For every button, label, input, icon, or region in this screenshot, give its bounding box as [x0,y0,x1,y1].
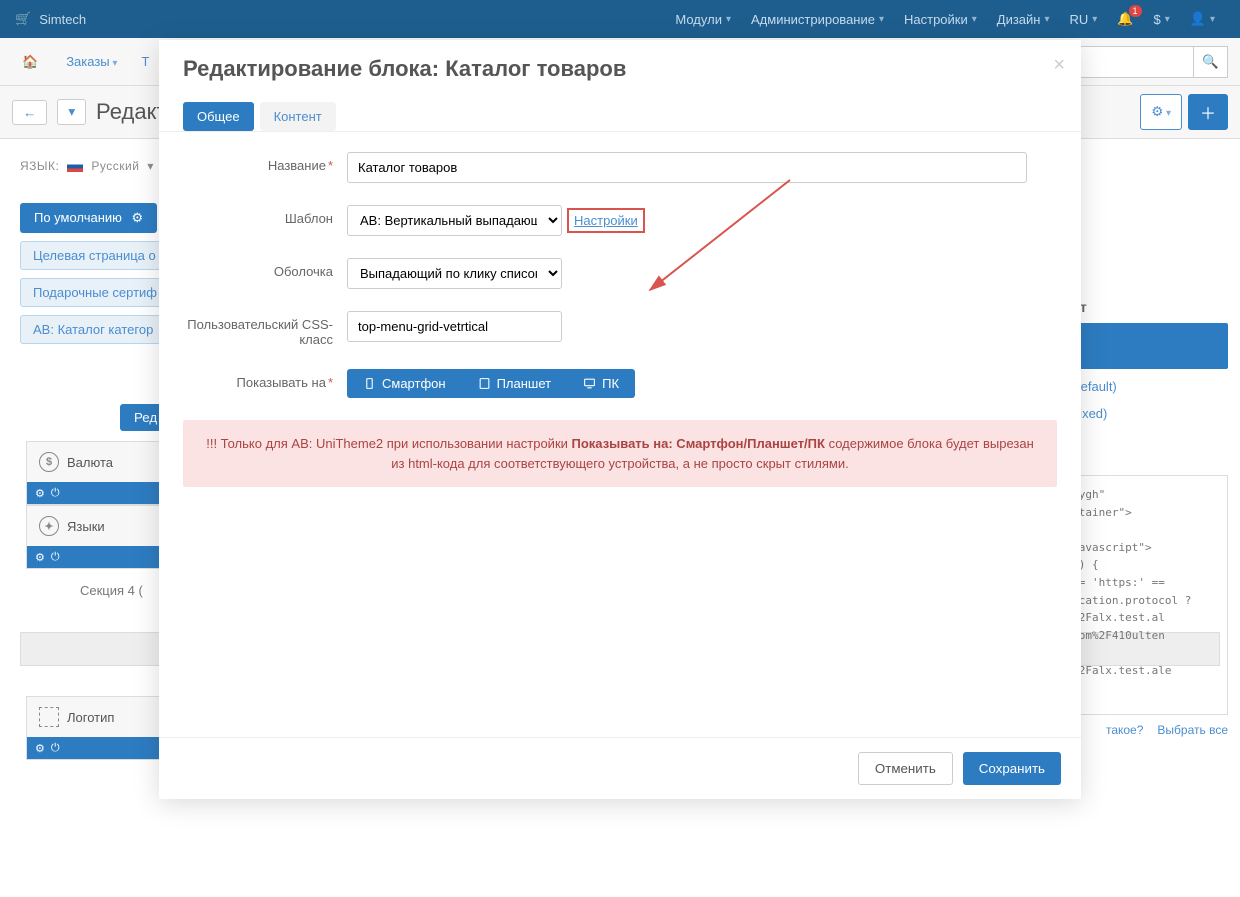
ru-flag-icon [67,161,83,172]
modal: Редактирование блока: Каталог товаров × … [159,40,1081,799]
tabs: Общее Контент [159,92,1081,132]
menu-settings[interactable]: Настройки [894,12,987,27]
plus-icon: ＋ [1200,106,1216,123]
gear-icon[interactable]: ⚙ [35,551,45,564]
chip-gift[interactable]: Подарочные сертиф [20,278,170,307]
cart-icon: 🛒 [15,11,31,27]
gear-icon[interactable]: ⚙ [35,487,45,500]
chip-default[interactable]: По умолчанию ⚙ [20,203,157,233]
chip-landing[interactable]: Целевая страница о [20,241,169,270]
menu-design[interactable]: Дизайн [987,12,1060,27]
menu-t[interactable]: Т [135,48,155,75]
back-dropdown[interactable]: ▾ [57,99,86,125]
page-title: Редакт [96,99,166,125]
device-tablet[interactable]: Планшет [462,369,568,398]
lang-label: ЯЗЫК: [20,159,59,173]
device-buttons: Смартфон Планшет ПК [347,369,635,398]
modal-body: Название* Шаблон АВ: Вертикальный выпада… [159,132,1081,737]
link-selectall[interactable]: Выбрать все [1157,723,1228,737]
chip-catalog[interactable]: АВ: Каталог категор [20,315,166,344]
template-select[interactable]: АВ: Вертикальный выпадающий [347,205,562,236]
link-whatis[interactable]: такое? [1106,723,1143,737]
device-pc[interactable]: ПК [567,369,635,398]
warning-alert: !!! Только для АВ: UniTheme2 при использ… [183,420,1057,487]
notifications[interactable]: 🔔 1 [1107,11,1143,27]
name-input[interactable] [347,152,1027,183]
block-label: Валюта [67,455,113,470]
gear-button[interactable]: ⚙ [1140,94,1182,130]
tablet-icon [478,377,491,390]
back-button[interactable]: ← [12,100,47,125]
save-button[interactable]: Сохранить [963,752,1061,785]
home-icon[interactable]: 🏠 [12,48,48,76]
menu-user[interactable]: 👤 [1180,11,1225,27]
search-icon: 🔍 [1202,54,1219,69]
wrapper-select[interactable]: Выпадающий по клику список [347,258,562,289]
modal-footer: Отменить Сохранить [159,737,1081,799]
modal-header: Редактирование блока: Каталог товаров × [159,40,1081,92]
settings-link-highlight: Настройки [567,208,645,233]
brand-label: Simtech [39,12,86,27]
gear-icon[interactable]: ⚙ [35,742,45,755]
menu-lang[interactable]: RU [1060,12,1108,27]
block-label: Логотип [67,710,114,725]
menu-orders[interactable]: Заказы [60,48,123,75]
add-button[interactable]: ＋ [1188,94,1228,130]
top-menu: 🛒 Simtech Модули Администрирование Настр… [0,0,1240,38]
tab-general[interactable]: Общее [183,102,254,131]
css-class-input[interactable] [347,311,562,342]
tab-content[interactable]: Контент [260,102,336,131]
close-icon[interactable]: × [1053,54,1065,77]
logo-icon [39,707,59,727]
dollar-icon: $ [39,452,59,472]
cancel-button[interactable]: Отменить [858,752,953,785]
smartphone-icon [363,377,376,390]
menu-modules[interactable]: Модули [665,12,741,27]
modal-overlay: Редактирование блока: Каталог товаров × … [0,40,1240,897]
globe-icon: ✦ [39,516,59,536]
chevron-down-icon: ▾ [147,159,154,173]
user-icon: 👤 [1190,11,1206,27]
menu-admin[interactable]: Администрирование [741,12,894,27]
device-smartphone[interactable]: Смартфон [347,369,462,398]
power-icon[interactable]: ⏻ [51,742,60,755]
menu-currency[interactable]: $ [1144,12,1180,27]
block-label: Языки [67,519,105,534]
power-icon[interactable]: ⏻ [51,551,60,564]
lang-value: Русский [91,159,139,173]
gear-icon: ⚙ [1151,104,1163,119]
modal-title: Редактирование блока: Каталог товаров [183,56,1057,82]
search-button[interactable]: 🔍 [1194,46,1228,78]
gear-icon: ⚙ [132,210,144,225]
settings-link[interactable]: Настройки [574,213,638,228]
desktop-icon [583,377,596,390]
power-icon[interactable]: ⏻ [51,487,60,500]
notification-badge: 1 [1129,5,1142,17]
brand[interactable]: 🛒 Simtech [15,11,86,27]
